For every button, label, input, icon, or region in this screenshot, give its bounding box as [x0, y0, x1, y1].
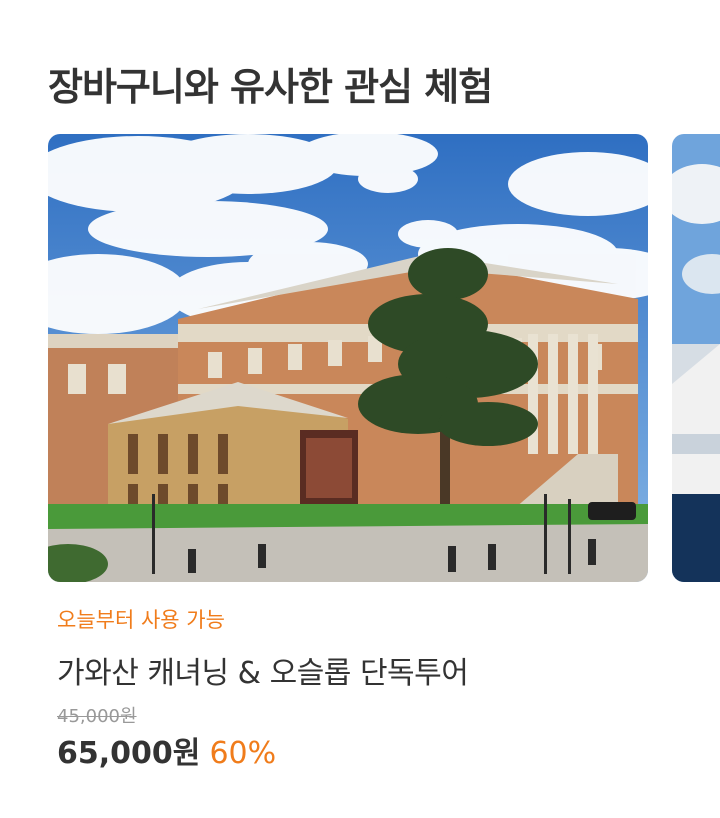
product-card[interactable]	[48, 134, 648, 582]
original-price: 45,000원	[57, 706, 137, 727]
discount-rate: 60%	[209, 736, 277, 771]
next-product-card[interactable]	[672, 134, 720, 582]
section-title: 장바구니와 유사한 관심 체험	[48, 65, 493, 109]
sale-price: 65,000원	[57, 736, 201, 771]
product-image[interactable]	[48, 134, 648, 582]
availability-label: 오늘부터 사용 가능	[57, 608, 225, 632]
product-title[interactable]: 가와산 캐녀닝 & 오슬롭 단독투어	[57, 648, 469, 692]
price-row: 65,000원 60%	[57, 728, 276, 772]
